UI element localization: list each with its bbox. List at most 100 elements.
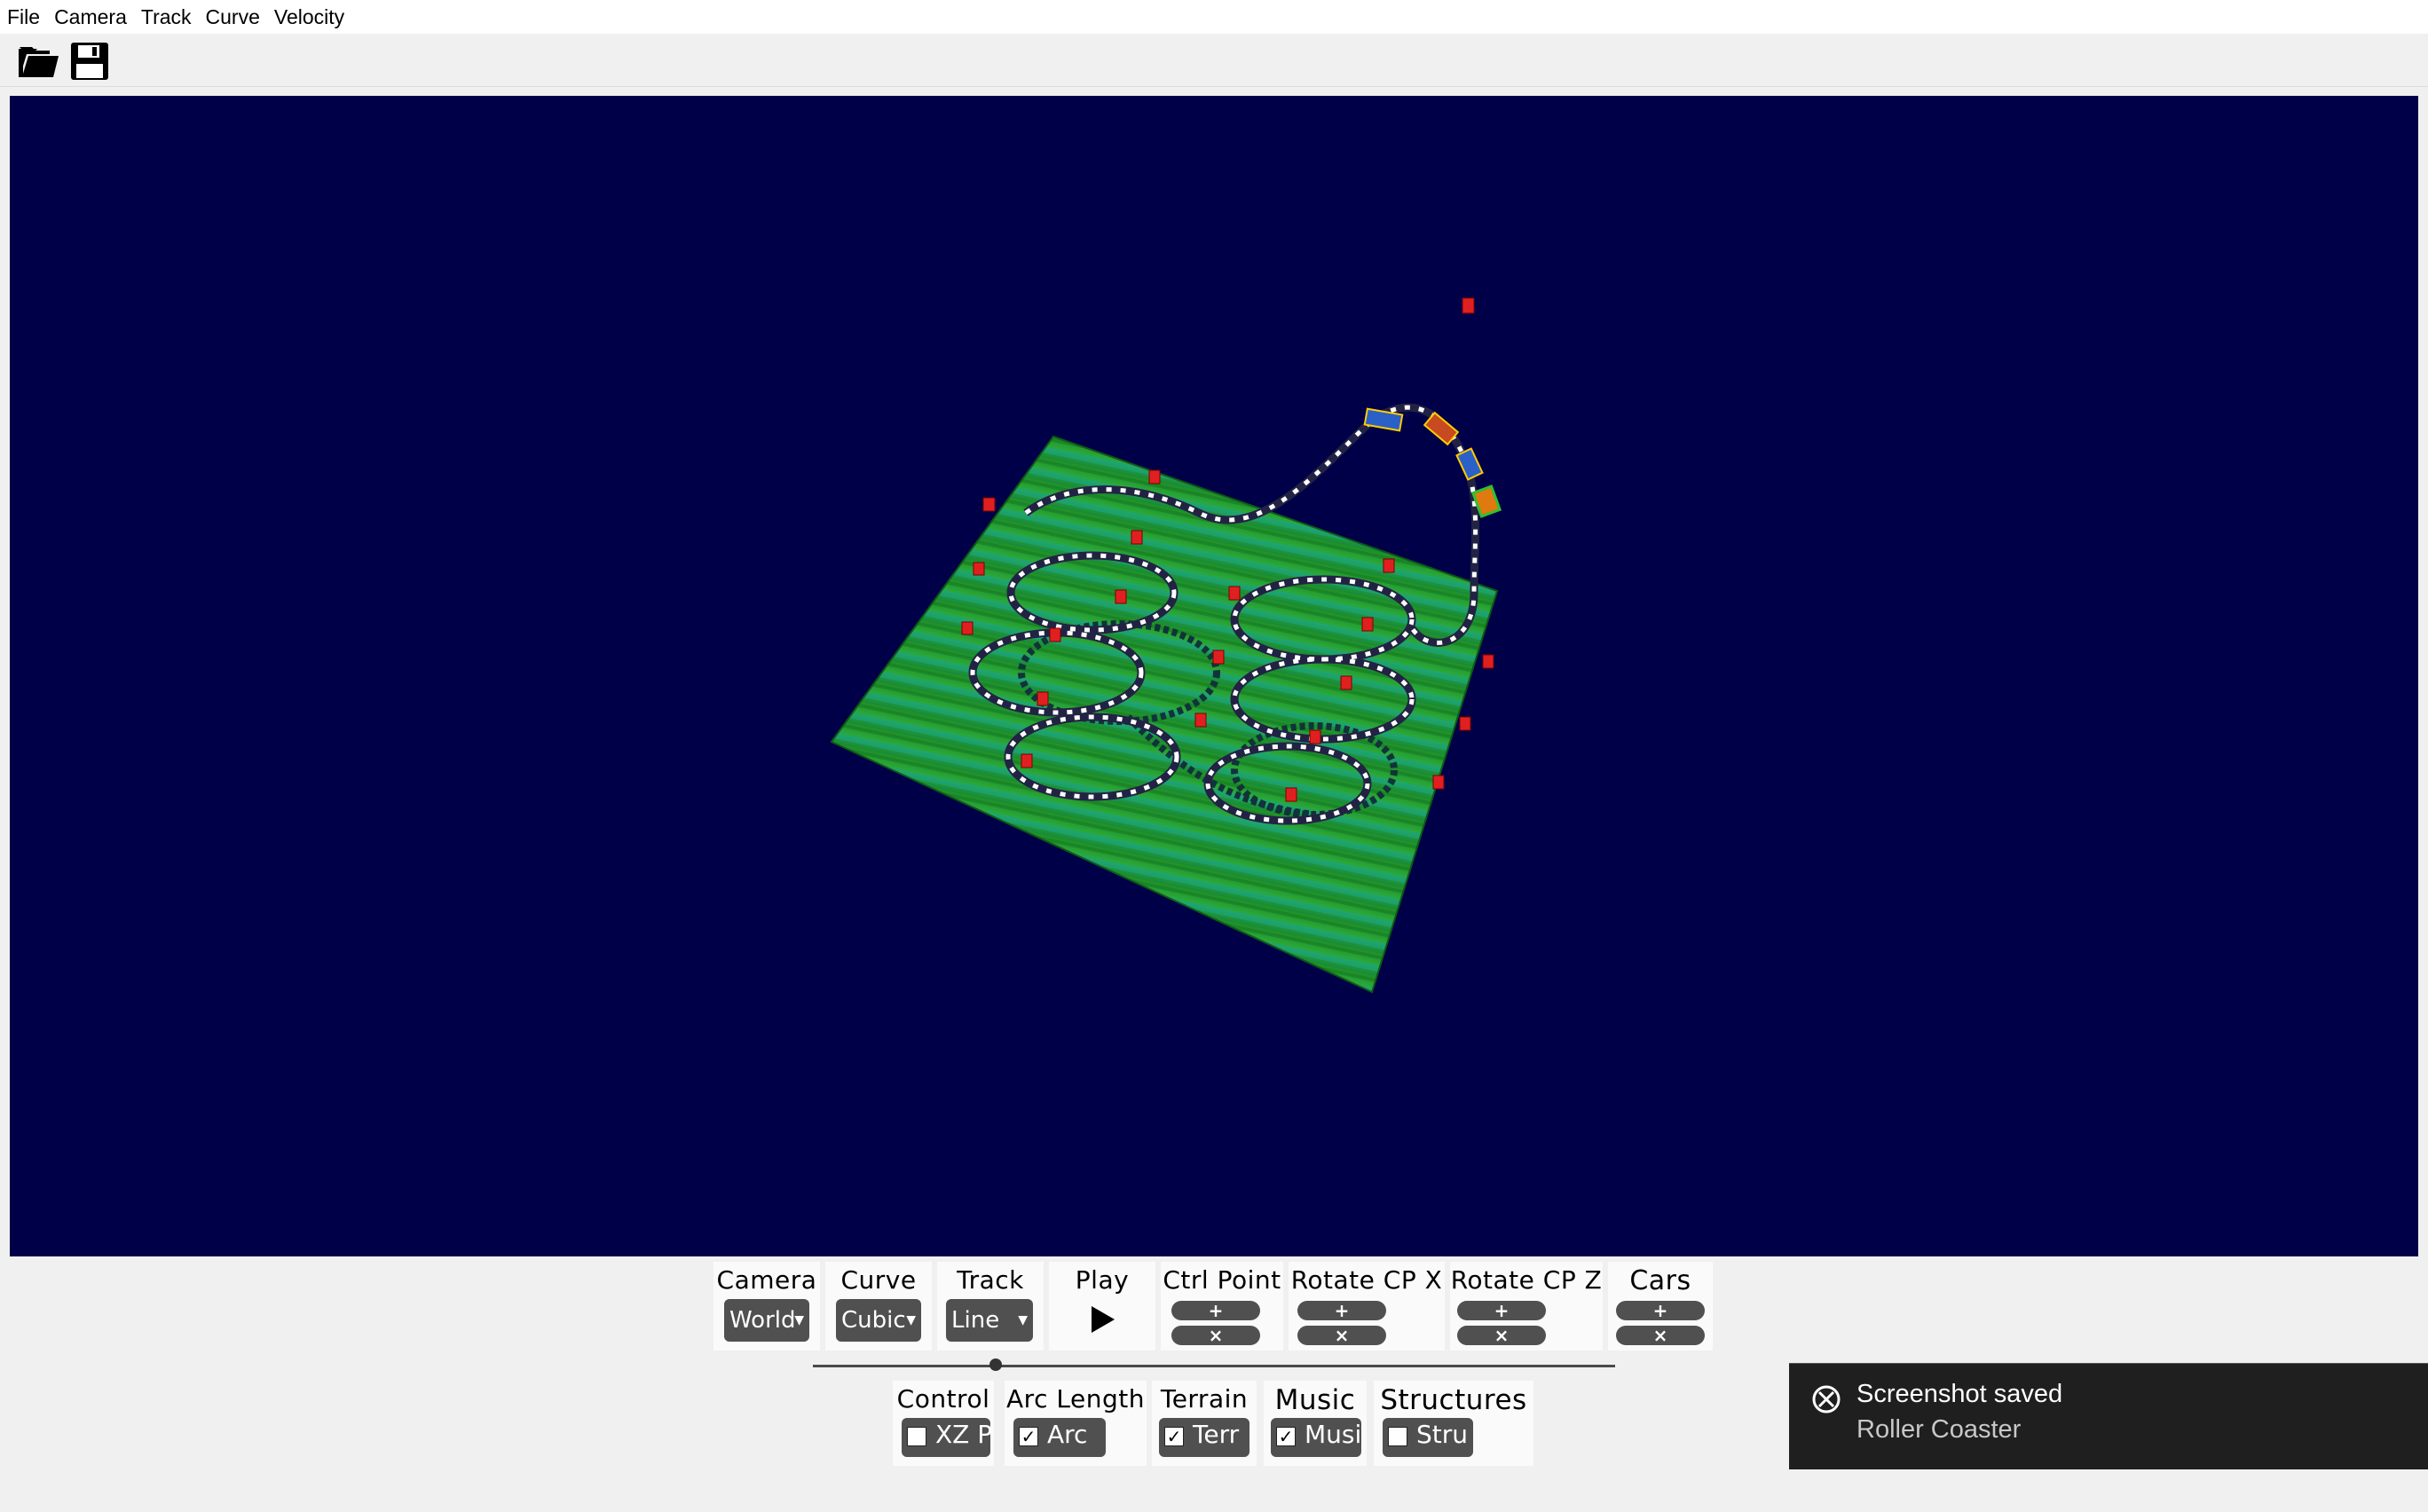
structures-group: Structures Stru <box>1374 1381 1533 1466</box>
screenshot-toast[interactable]: Screenshot saved Roller Coaster <box>1789 1363 2428 1469</box>
rotate-z-minus-button[interactable]: × <box>1457 1326 1546 1345</box>
control-point-marker <box>1462 297 1475 314</box>
control-point-marker <box>1228 586 1241 601</box>
speed-slider-handle[interactable] <box>989 1358 1002 1371</box>
control-title: Control <box>896 1384 990 1414</box>
structures-toggle[interactable]: Stru <box>1383 1418 1473 1457</box>
music-title: Music <box>1274 1384 1356 1416</box>
add-car-button[interactable]: + <box>1616 1301 1705 1320</box>
toolbar <box>0 34 2428 87</box>
control-point-marker <box>1194 713 1207 728</box>
control-point-marker <box>1482 654 1494 669</box>
cars-title: Cars <box>1629 1265 1691 1296</box>
terrain-group: Terrain ✓ Terr <box>1152 1381 1257 1466</box>
chevron-down-icon: ▼ <box>794 1313 804 1327</box>
track-select-value: Line <box>951 1307 1000 1334</box>
checkbox[interactable] <box>1388 1427 1407 1446</box>
ctrl-point-group: Ctrl Point + × <box>1161 1262 1283 1351</box>
toast-subtitle: Roller Coaster <box>1856 1415 2022 1444</box>
checkbox[interactable] <box>907 1427 926 1446</box>
cars-group: Cars + × <box>1608 1262 1713 1351</box>
play-icon <box>1092 1306 1115 1333</box>
rotate-cp-x-title: Rotate CP X <box>1290 1265 1443 1295</box>
rotate-cp-z-title: Rotate CP Z <box>1450 1265 1603 1295</box>
chevron-down-icon: ▼ <box>906 1313 916 1327</box>
3d-viewport[interactable] <box>10 96 2418 1256</box>
control-point-marker <box>973 562 985 576</box>
control-point-marker <box>1361 617 1374 632</box>
control-point-marker <box>1383 558 1395 573</box>
checkbox-checked[interactable]: ✓ <box>1276 1427 1296 1446</box>
track-title: Track <box>957 1265 1024 1295</box>
play-group: Play <box>1049 1262 1155 1351</box>
menu-track[interactable]: Track <box>134 0 199 34</box>
music-group: Music ✓ Music <box>1264 1381 1367 1466</box>
play-button[interactable] <box>1090 1304 1116 1336</box>
chevron-down-icon: ▼ <box>1018 1313 1028 1327</box>
add-ctrl-point-button[interactable]: + <box>1171 1301 1260 1320</box>
rotate-x-minus-button[interactable]: × <box>1297 1326 1386 1345</box>
rotate-cp-z-group: Rotate CP Z + × <box>1450 1262 1603 1351</box>
xz-plane-toggle[interactable]: XZ P <box>902 1418 990 1457</box>
curve-select[interactable]: Cubic ▼ <box>836 1299 921 1342</box>
track-group: Track Line ▼ <box>937 1262 1044 1351</box>
save-button[interactable] <box>66 39 114 83</box>
control-point-marker <box>1432 775 1445 790</box>
structures-label: Stru <box>1416 1420 1469 1449</box>
control-point-marker <box>1115 589 1127 604</box>
xz-plane-label: XZ P <box>935 1420 990 1449</box>
arc-length-toggle[interactable]: ✓ Arc <box>1013 1418 1106 1457</box>
control-point-marker <box>1340 675 1352 690</box>
arc-length-group: Arc Length ✓ Arc <box>1005 1381 1147 1466</box>
open-button[interactable] <box>14 39 62 83</box>
play-title: Play <box>1075 1265 1130 1295</box>
menu-bar: File Camera Track Curve Velocity <box>0 0 2428 34</box>
curve-group: Curve Cubic ▼ <box>825 1262 932 1351</box>
rotate-x-plus-button[interactable]: + <box>1297 1301 1386 1320</box>
coaster-car <box>1455 447 1484 481</box>
curve-select-value: Cubic <box>841 1307 906 1334</box>
structures-title: Structures <box>1380 1384 1527 1416</box>
ctrl-point-title: Ctrl Point <box>1163 1265 1281 1295</box>
rotate-z-plus-button[interactable]: + <box>1457 1301 1546 1320</box>
control-group: Control XZ P <box>893 1381 994 1466</box>
arc-length-label: Arc <box>1047 1420 1088 1449</box>
control-point-marker <box>1285 787 1297 802</box>
remove-car-button[interactable]: × <box>1616 1326 1705 1345</box>
control-point-marker <box>1037 691 1049 706</box>
control-point-marker <box>961 621 974 635</box>
music-toggle[interactable]: ✓ Music <box>1271 1418 1361 1457</box>
music-label: Music <box>1305 1420 1361 1449</box>
control-point-marker <box>1021 753 1033 768</box>
control-point-marker <box>1309 729 1321 744</box>
control-point-marker <box>1459 716 1471 731</box>
control-point-marker <box>982 497 996 512</box>
rotate-cp-x-group: Rotate CP X + × <box>1289 1262 1445 1351</box>
curve-title: Curve <box>840 1265 917 1295</box>
control-point-marker <box>1131 530 1143 545</box>
camera-select[interactable]: World ▼ <box>724 1299 809 1342</box>
track-select[interactable]: Line ▼ <box>946 1299 1033 1342</box>
control-point-marker <box>1049 627 1061 642</box>
menu-file[interactable]: File <box>0 0 47 34</box>
xbox-icon <box>1812 1385 1841 1414</box>
terrain-toggle[interactable]: ✓ Terr <box>1159 1418 1249 1457</box>
roller-coaster-scene <box>830 297 1502 994</box>
control-point-marker <box>1148 469 1161 484</box>
checkbox-checked[interactable]: ✓ <box>1164 1427 1184 1446</box>
menu-velocity[interactable]: Velocity <box>267 0 351 34</box>
checkbox-checked[interactable]: ✓ <box>1019 1427 1038 1446</box>
camera-title: Camera <box>716 1265 817 1295</box>
menu-curve[interactable]: Curve <box>199 0 267 34</box>
remove-ctrl-point-button[interactable]: × <box>1171 1326 1260 1345</box>
camera-group: Camera World ▼ <box>713 1262 820 1351</box>
terrain-title: Terrain <box>1160 1384 1249 1414</box>
menu-camera[interactable]: Camera <box>47 0 134 34</box>
terrain-label: Terr <box>1193 1420 1240 1449</box>
arc-length-title: Arc Length <box>1006 1384 1145 1414</box>
control-point-marker <box>1212 650 1225 665</box>
camera-select-value: World <box>729 1307 796 1334</box>
coaster-cars <box>1363 407 1502 518</box>
folder-open-icon <box>19 47 59 77</box>
speed-slider-track[interactable] <box>813 1365 1615 1367</box>
